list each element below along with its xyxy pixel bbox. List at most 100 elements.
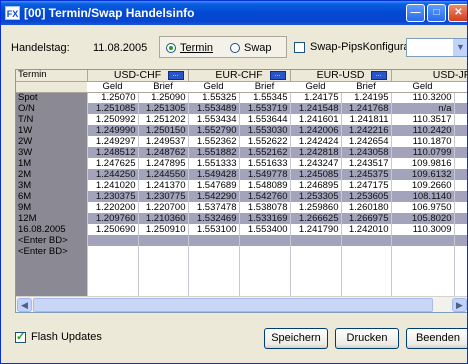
rate-cell[interactable]: 1.548089 — [238, 180, 290, 191]
rate-cell[interactable] — [238, 246, 290, 257]
rate-cell[interactable]: 110.3500 — [453, 92, 467, 103]
rate-cell[interactable]: 108.1590 — [453, 191, 467, 202]
rate-cell[interactable]: 110.3517 — [390, 114, 454, 125]
rate-cell[interactable]: 1.553030 — [238, 125, 290, 136]
rate-cell[interactable]: 1.553100 — [187, 224, 239, 235]
rate-cell[interactable]: 105.8620 — [453, 213, 467, 224]
flash-updates-checkbox-box[interactable] — [15, 330, 26, 343]
rate-cell[interactable]: 1.242006 — [289, 125, 341, 136]
rate-cell[interactable]: 1.250992 — [86, 114, 138, 125]
rate-cell[interactable]: 1.210360 — [137, 213, 188, 224]
rate-cell[interactable]: 1.247895 — [137, 158, 188, 169]
rate-cell[interactable]: 1.538078 — [238, 202, 290, 213]
rate-cell[interactable]: 110.1870 — [390, 136, 454, 147]
rate-cell[interactable]: 1.553489 — [187, 103, 239, 114]
rate-cell[interactable]: 110.3827 — [453, 114, 467, 125]
rate-cell[interactable]: 109.9816 — [390, 158, 454, 169]
rate-cell[interactable]: 110.3200 — [390, 92, 454, 103]
rate-cell[interactable] — [453, 235, 467, 246]
table-row[interactable]: 3W 1.248512 1.248762 1.551882 1.552162 1.2428… — [16, 147, 467, 158]
rate-cell[interactable]: 1.241548 — [289, 103, 341, 114]
rate-cell[interactable]: 1.553719 — [238, 103, 290, 114]
rate-cell[interactable]: 1.266975 — [340, 213, 391, 224]
rate-cell[interactable]: 1.241601 — [289, 114, 341, 125]
chevron-down-icon[interactable]: ▼ — [453, 39, 467, 56]
rate-cell[interactable]: 110.3009 — [390, 224, 454, 235]
rate-cell[interactable]: 1.533169 — [238, 213, 290, 224]
table-row[interactable]: <Enter BD> — [16, 246, 467, 257]
rate-cell[interactable]: 110.2420 — [390, 125, 454, 136]
table-row[interactable]: T/N 1.250992 1.251202 1.553434 1.553644 1.241… — [16, 114, 467, 125]
rate-cell[interactable] — [340, 235, 391, 246]
pair-options-button[interactable]: ... — [370, 71, 387, 80]
rate-cell[interactable] — [86, 246, 138, 257]
rate-cell[interactable]: 1.242654 — [340, 136, 391, 147]
rate-cell[interactable]: 1.249990 — [86, 125, 138, 136]
rate-cell[interactable]: 1.247625 — [86, 158, 138, 169]
rate-cell[interactable]: 1.551882 — [187, 147, 239, 158]
rate-cell[interactable] — [187, 235, 239, 246]
rate-cell[interactable]: 110.0166 — [453, 158, 467, 169]
rate-cell[interactable]: 1.245085 — [289, 169, 341, 180]
rate-cell[interactable]: 1.243517 — [340, 158, 391, 169]
rate-cell[interactable]: 109.2660 — [390, 180, 454, 191]
rate-cell[interactable]: 110.3394 — [453, 224, 467, 235]
rate-cell[interactable]: 1.230375 — [86, 191, 138, 202]
rate-cell[interactable]: 109.6482 — [453, 169, 467, 180]
rate-cell[interactable]: 1.251202 — [137, 114, 188, 125]
rate-cell[interactable]: 1.243058 — [340, 147, 391, 158]
maximize-button[interactable]: □ — [427, 4, 446, 22]
rate-cell[interactable] — [137, 235, 188, 246]
minimize-button[interactable]: — — [406, 4, 425, 22]
rate-cell[interactable]: 1.242818 — [289, 147, 341, 158]
rate-cell[interactable]: 1.552162 — [238, 147, 290, 158]
rate-cell[interactable]: 1.253305 — [289, 191, 341, 202]
rate-cell[interactable]: 1.547689 — [187, 180, 239, 191]
table-row[interactable]: 16.08.2005 1.250690 1.250910 1.553100 1.5534… — [16, 224, 467, 235]
rates-grid[interactable]: Termin USD-CHF... EUR-CHF... EUR-USD... USD-… — [15, 69, 467, 313]
rate-cell[interactable]: 1.245375 — [340, 169, 391, 180]
rate-cell[interactable]: 109.3060 — [453, 180, 467, 191]
rate-cell[interactable]: 1.532469 — [187, 213, 239, 224]
rate-cell[interactable]: 1.248762 — [137, 147, 188, 158]
rate-cell[interactable]: n/a — [453, 103, 467, 114]
rate-cell[interactable]: 1.248512 — [86, 147, 138, 158]
rate-cell[interactable]: 1.251085 — [86, 103, 138, 114]
radio-termin[interactable]: Termin — [166, 42, 213, 54]
rate-cell[interactable]: 1.244550 — [137, 169, 188, 180]
rate-cell[interactable]: 1.24195 — [340, 92, 391, 103]
table-row[interactable]: 3M 1.241020 1.241370 1.547689 1.548089 1.2468… — [16, 180, 467, 191]
rate-cell[interactable]: 107.0350 — [453, 202, 467, 213]
rate-cell[interactable]: 1.553434 — [187, 114, 239, 125]
rate-cell[interactable]: n/a — [390, 103, 454, 114]
rate-cell[interactable]: 1.241790 — [289, 224, 341, 235]
rate-cell[interactable]: 1.549778 — [238, 169, 290, 180]
rate-cell[interactable]: 1.542760 — [238, 191, 290, 202]
table-row[interactable]: 9M 1.220200 1.220700 1.537478 1.538078 1.2598… — [16, 202, 467, 213]
table-row[interactable]: 2W 1.249297 1.249537 1.552362 1.552622 1.2424… — [16, 136, 467, 147]
rate-cell[interactable]: 1.542290 — [187, 191, 239, 202]
table-row[interactable]: 12M 1.209760 1.210360 1.532469 1.533169 1.266… — [16, 213, 467, 224]
rate-cell[interactable]: 1.25090 — [137, 92, 188, 103]
rate-cell[interactable]: 105.8020 — [390, 213, 454, 224]
rate-cell[interactable] — [238, 235, 290, 246]
rate-cell[interactable]: 1.249297 — [86, 136, 138, 147]
rate-cell[interactable]: 1.55325 — [187, 92, 239, 103]
speichern-button[interactable]: Speichern — [264, 328, 328, 349]
beenden-button[interactable]: Beenden — [406, 328, 467, 349]
rate-cell[interactable]: 1.241811 — [340, 114, 391, 125]
scroll-left-arrow-icon[interactable]: ◀ — [17, 298, 32, 312]
konfiguration-dropdown[interactable]: ▼ — [406, 38, 467, 57]
rate-cell[interactable]: 1.242010 — [340, 224, 391, 235]
rate-cell[interactable] — [453, 246, 467, 257]
rate-cell[interactable]: 1.253605 — [340, 191, 391, 202]
rate-cell[interactable]: 1.249537 — [137, 136, 188, 147]
rate-cell[interactable]: 1.251305 — [137, 103, 188, 114]
rate-cell[interactable]: 1.220200 — [86, 202, 138, 213]
radio-swap-dot[interactable] — [230, 43, 240, 53]
rate-cell[interactable]: 1.246895 — [289, 180, 341, 191]
radio-termin-dot[interactable] — [166, 43, 176, 53]
rate-cell[interactable]: 109.6132 — [390, 169, 454, 180]
rate-cell[interactable] — [390, 235, 454, 246]
scroll-right-arrow-icon[interactable]: ▶ — [452, 298, 467, 312]
